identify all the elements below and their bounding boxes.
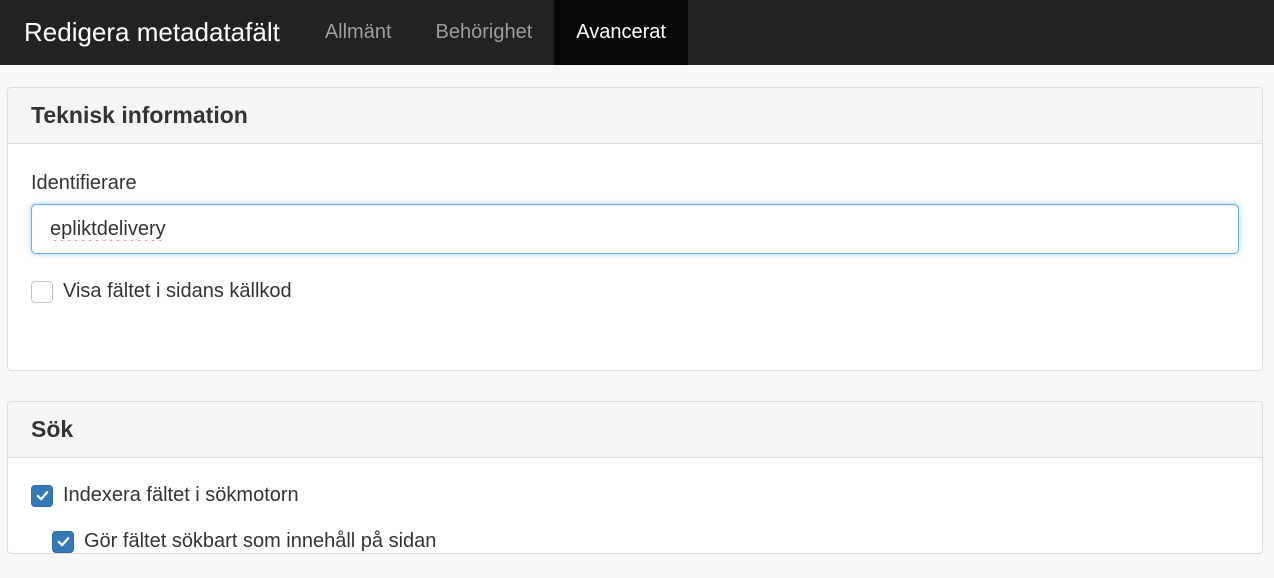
show-in-source-checkbox-row[interactable]: Visa fältet i sidans källkod — [31, 280, 1239, 303]
index-field-checkbox[interactable] — [31, 484, 53, 507]
tab-behorighet[interactable]: Behörighet — [414, 0, 555, 65]
top-navbar: Redigera metadatafält Allmänt Behörighet… — [0, 0, 1274, 65]
show-in-source-label: Visa fältet i sidans källkod — [63, 280, 292, 302]
panel-body: Indexera fältet i sökmotorn Gör fältet s… — [8, 458, 1262, 553]
identifier-label: Identifierare — [31, 172, 137, 194]
identifier-input[interactable] — [31, 204, 1239, 254]
panel-heading: Teknisk information — [8, 88, 1262, 144]
page-title: Redigera metadatafält — [24, 17, 280, 47]
searchable-content-checkbox[interactable] — [52, 530, 74, 553]
index-field-checkbox-row[interactable]: Indexera fältet i sökmotorn — [31, 484, 1239, 507]
show-in-source-checkbox[interactable] — [31, 280, 53, 303]
main-content: Teknisk information Identifierare Visa f… — [0, 65, 1274, 554]
panel-heading: Sök — [8, 402, 1262, 458]
panel-title: Sök — [31, 416, 74, 442]
check-icon — [36, 491, 48, 501]
panel-title: Teknisk information — [31, 102, 248, 128]
index-field-label: Indexera fältet i sökmotorn — [63, 484, 299, 506]
technical-information-panel: Teknisk information Identifierare Visa f… — [7, 87, 1263, 371]
searchable-content-checkbox-row[interactable]: Gör fältet sökbart som innehåll på sidan — [52, 530, 1239, 553]
search-panel: Sök Indexera fältet i sökmotorn Gör fält… — [7, 401, 1263, 554]
panel-body: Identifierare Visa fältet i sidans källk… — [8, 144, 1262, 370]
searchable-content-label: Gör fältet sökbart som innehåll på sidan — [84, 530, 437, 552]
tab-allmant[interactable]: Allmänt — [303, 0, 414, 65]
check-icon — [57, 537, 69, 547]
tab-avancerat[interactable]: Avancerat — [554, 0, 688, 65]
